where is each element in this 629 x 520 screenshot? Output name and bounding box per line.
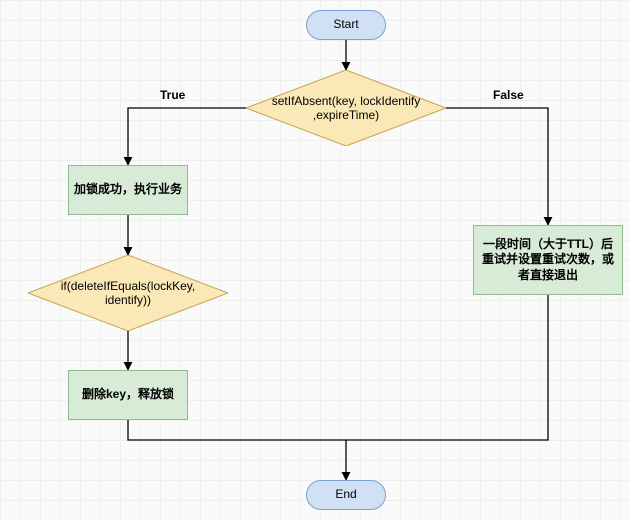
end-label: End: [335, 487, 356, 503]
process-retry-or-exit-label: 一段时间（大于TTL）后重试并设置重试次数，或者直接退出: [478, 237, 618, 284]
end-terminator: End: [306, 480, 386, 510]
process-release-lock: 删除key，释放锁: [68, 370, 188, 420]
decision-deleteifequals-label: if(deleteIfEquals(lockKey, identify)): [52, 279, 204, 307]
start-label: Start: [333, 17, 358, 33]
process-release-lock-label: 删除key，释放锁: [82, 387, 174, 403]
decision-setifabsent: setIfAbsent(key, lockIdentify ,expireTim…: [246, 70, 446, 146]
edge-label-false: False: [493, 88, 524, 102]
decision-deleteifequals: if(deleteIfEquals(lockKey, identify)): [28, 255, 228, 331]
decision-setifabsent-label: setIfAbsent(key, lockIdentify ,expireTim…: [270, 94, 422, 122]
process-lock-success: 加锁成功，执行业务: [68, 165, 188, 215]
process-lock-success-label: 加锁成功，执行业务: [74, 182, 182, 198]
start-terminator: Start: [306, 10, 386, 40]
process-retry-or-exit: 一段时间（大于TTL）后重试并设置重试次数，或者直接退出: [473, 225, 623, 295]
edge-label-true: True: [160, 88, 185, 102]
